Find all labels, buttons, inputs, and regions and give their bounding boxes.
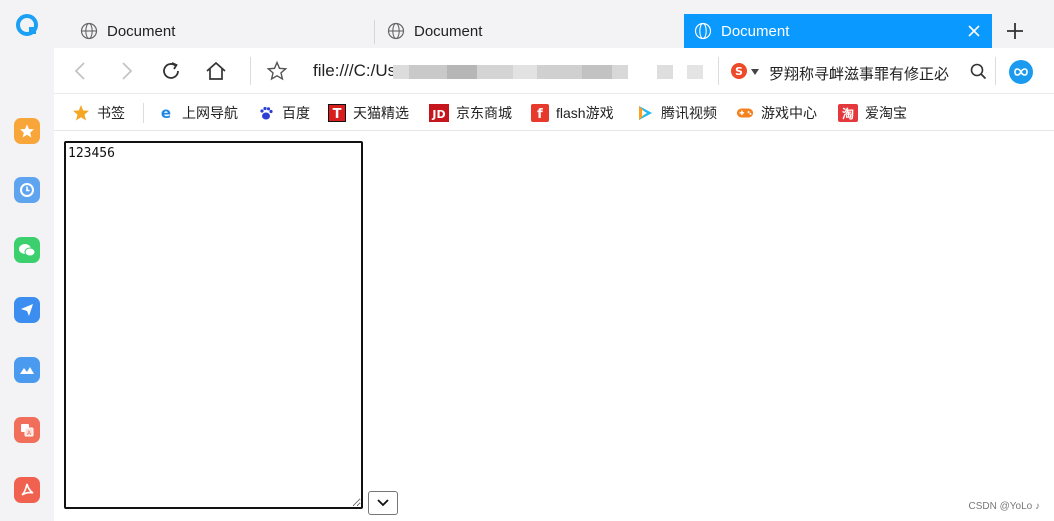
- bookmark-tencent-video[interactable]: 腾讯视频: [636, 103, 717, 123]
- back-arrow-icon[interactable]: [70, 60, 92, 82]
- globe-icon: [387, 22, 405, 40]
- globe-icon: [694, 22, 712, 40]
- bookmark-flash-games[interactable]: f flash游戏: [531, 103, 614, 123]
- bookmark-baidu[interactable]: 百度: [257, 103, 310, 123]
- toolbar-divider: [995, 57, 996, 85]
- navigation-bar: file:///C:/Us S 罗翔称寻衅滋事罪有修正必: [54, 48, 1054, 94]
- tab-label: Document: [414, 22, 483, 40]
- gamepad-icon: [736, 104, 754, 122]
- close-tab-icon[interactable]: [966, 23, 982, 39]
- bookmark-jd[interactable]: JD 京东商城: [429, 103, 512, 123]
- pdf-icon[interactable]: [14, 477, 40, 503]
- tab-divider: [374, 20, 375, 44]
- new-tab-plus-icon[interactable]: [1006, 22, 1024, 40]
- bookmark-divider: [143, 103, 144, 123]
- search-input[interactable]: 罗翔称寻衅滋事罪有修正必: [769, 63, 963, 84]
- bookmark-folder-bookmarks[interactable]: 书签: [72, 103, 125, 123]
- chevron-down-icon[interactable]: [751, 69, 759, 75]
- favorites-icon[interactable]: [14, 118, 40, 144]
- browser-logo-icon[interactable]: [16, 14, 38, 36]
- left-sidebar: A: [0, 0, 54, 521]
- bookmark-web-navigation[interactable]: e 上网导航: [157, 103, 238, 123]
- bookmark-label: 爱淘宝: [865, 105, 907, 121]
- wechat-icon[interactable]: [14, 237, 40, 263]
- forward-arrow-icon[interactable]: [115, 60, 137, 82]
- tab-document-3-active[interactable]: Document: [684, 14, 992, 48]
- search-icon[interactable]: [970, 63, 987, 80]
- flash-icon: f: [531, 104, 549, 122]
- bookmark-game-center[interactable]: 游戏中心: [736, 103, 817, 123]
- bookmark-tmall[interactable]: T 天猫精选: [328, 103, 409, 123]
- bookmark-label: 腾讯视频: [661, 105, 717, 121]
- svg-text:S: S: [735, 65, 743, 78]
- star-icon: [72, 104, 90, 122]
- bookmark-ai-taobao[interactable]: 淘 爱淘宝: [838, 103, 907, 123]
- svg-text:淘: 淘: [842, 106, 854, 121]
- bookmark-label: 上网导航: [182, 105, 238, 121]
- svg-text:T: T: [333, 107, 342, 122]
- svg-text:e: e: [161, 105, 171, 121]
- tab-strip: Document Document Document: [54, 0, 1054, 48]
- ie-icon: e: [157, 104, 175, 122]
- reload-icon[interactable]: [160, 60, 182, 82]
- tab-label: Document: [721, 22, 790, 40]
- svg-text:JD: JD: [431, 108, 445, 121]
- taobao-icon: 淘: [838, 104, 858, 122]
- text-area[interactable]: 123456: [64, 141, 363, 509]
- browser-window: A Document Document Document file:///C:/…: [0, 0, 1054, 521]
- globe-icon: [80, 22, 98, 40]
- extension-infinity-icon[interactable]: [1009, 60, 1033, 84]
- home-icon[interactable]: [205, 60, 227, 82]
- select-dropdown[interactable]: [368, 491, 398, 515]
- toolbar-divider: [718, 57, 719, 85]
- tmall-icon: T: [328, 104, 346, 122]
- baidu-paw-icon: [257, 104, 275, 122]
- send-plane-icon[interactable]: [14, 297, 40, 323]
- tencent-video-icon: [636, 104, 654, 122]
- jd-icon: JD: [429, 104, 449, 122]
- bookmark-label: 京东商城: [456, 105, 512, 121]
- bookmarks-bar: 书签 e 上网导航 百度 T 天猫精选 JD 京东商城 f flash游戏 腾讯…: [54, 94, 1054, 131]
- toolbar-divider: [250, 57, 251, 85]
- translate-icon[interactable]: A: [14, 417, 40, 443]
- sogou-search-engine-icon[interactable]: S: [730, 62, 748, 80]
- bookmark-label: flash游戏: [556, 105, 614, 121]
- svg-text:f: f: [537, 107, 543, 122]
- bookmark-label: 百度: [282, 105, 310, 121]
- tab-document-2[interactable]: Document: [387, 14, 682, 48]
- history-clock-icon[interactable]: [14, 177, 40, 203]
- address-bar-input[interactable]: file:///C:/Us: [313, 61, 396, 81]
- bookmark-star-icon[interactable]: [266, 60, 288, 82]
- cloud-icon[interactable]: [14, 357, 40, 383]
- watermark-text: CSDN @YoLo ♪: [968, 501, 1040, 512]
- bookmark-label: 书签: [97, 105, 125, 121]
- tab-document-1[interactable]: Document: [80, 14, 374, 48]
- bookmark-label: 游戏中心: [761, 105, 817, 121]
- tab-label: Document: [107, 22, 176, 40]
- chevron-down-icon: [377, 499, 389, 507]
- bookmark-label: 天猫精选: [353, 105, 409, 121]
- page-content: 123456 CSDN @YoLo ♪: [54, 131, 1054, 521]
